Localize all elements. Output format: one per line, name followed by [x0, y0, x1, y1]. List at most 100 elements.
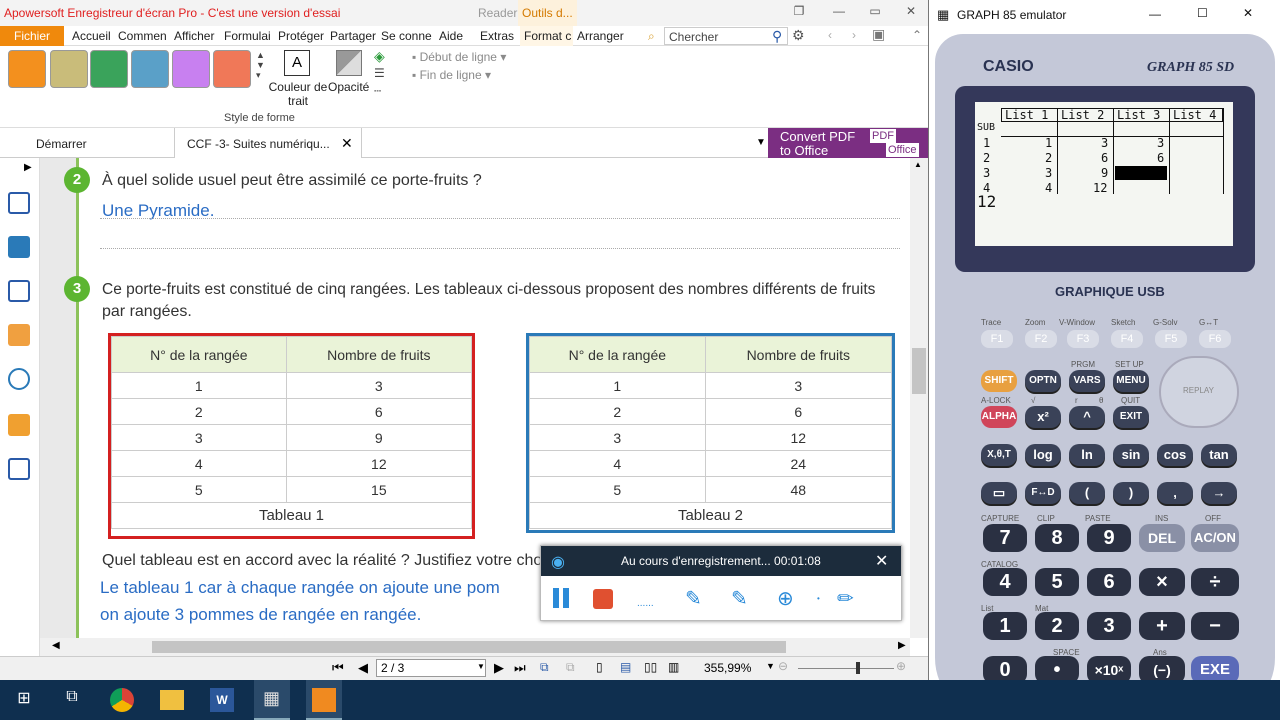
tab-arranger[interactable]: Arranger — [577, 26, 624, 46]
tab-aide[interactable]: Aide — [439, 26, 463, 46]
debut-ligne-dropdown[interactable]: ▪ Début de ligne ▾ — [412, 50, 506, 64]
zoom-slider-thumb[interactable] — [856, 662, 860, 674]
shift-key[interactable]: SHIFT — [981, 370, 1017, 392]
square-key[interactable]: x² — [1025, 406, 1061, 428]
scroll-up-icon[interactable]: ▲ — [914, 160, 922, 169]
tab-se-connecter[interactable]: Se conne — [381, 26, 432, 46]
del-key[interactable]: DEL — [1139, 524, 1185, 552]
shape-style-swatch-4[interactable] — [131, 50, 169, 88]
swatch-scroll-icon[interactable]: ▲ ▼ ▾ — [256, 50, 265, 81]
tab-formulaire[interactable]: Formulai — [224, 26, 271, 46]
vertical-scrollbar[interactable]: ▲ — [910, 158, 928, 638]
couleur-trait-button[interactable]: Couleur de trait — [264, 80, 332, 108]
replay-pad[interactable]: REPLAY — [1159, 356, 1239, 428]
forward-arrow-icon[interactable]: › — [852, 28, 856, 42]
key-1[interactable]: 1 — [983, 612, 1027, 640]
minimize-button[interactable]: — — [830, 4, 848, 22]
tab-active-document[interactable]: CCF -3- Suites numériqu... ✕ — [174, 128, 362, 158]
tab-accueil[interactable]: Accueil — [72, 26, 111, 46]
key-2[interactable]: 2 — [1035, 612, 1079, 640]
f4-key[interactable]: F4 — [1111, 330, 1143, 348]
zoom-slider[interactable] — [798, 668, 894, 669]
continuous-facing-icon[interactable]: ▥ — [668, 660, 679, 674]
bookmarks-icon[interactable] — [8, 280, 30, 302]
menu-key[interactable]: MENU — [1113, 370, 1149, 392]
zoom-in-icon[interactable]: ⊕ — [896, 659, 906, 673]
pause-icon-bar[interactable] — [563, 588, 569, 608]
key-3[interactable]: 3 — [1087, 612, 1131, 640]
shape-style-swatch-2[interactable] — [50, 50, 88, 88]
key-5[interactable]: 5 — [1035, 568, 1079, 596]
open-paren-key[interactable]: ( — [1069, 482, 1105, 504]
page-layout-icon[interactable]: ⧉ — [540, 660, 549, 675]
minus-key[interactable]: − — [1191, 612, 1239, 640]
tab-extras[interactable]: Extras — [480, 26, 514, 46]
plus-key[interactable]: + — [1139, 612, 1185, 640]
f3-key[interactable]: F3 — [1067, 330, 1099, 348]
tab-partager[interactable]: Partager — [330, 26, 376, 46]
zoom-out-icon[interactable]: ⊖ — [778, 659, 788, 673]
optn-key[interactable]: OPTN — [1025, 370, 1061, 392]
tab-list-dropdown-icon[interactable]: ▼ — [756, 137, 766, 148]
vars-key[interactable]: VARS — [1069, 370, 1105, 392]
tan-key[interactable]: tan — [1201, 444, 1237, 466]
line-width-icon[interactable]: ☰ — [374, 66, 385, 80]
hscroll-thumb[interactable] — [152, 641, 786, 653]
horizontal-scrollbar[interactable]: ◀ ▶ — [40, 638, 910, 656]
pdf-app-taskbar-button[interactable] — [306, 680, 342, 720]
fin-ligne-dropdown[interactable]: ▪ Fin de ligne ▾ — [412, 68, 491, 82]
scroll-right-icon[interactable]: ▶ — [898, 640, 906, 651]
opacite-button[interactable]: Opacité — [328, 80, 369, 94]
comma-key[interactable]: , — [1157, 482, 1193, 504]
pause-icon[interactable] — [553, 588, 559, 608]
emulator-maximize-button[interactable]: ☐ — [1197, 6, 1208, 20]
divide-key[interactable]: ÷ — [1191, 568, 1239, 596]
close-paren-key[interactable]: ) — [1113, 482, 1149, 504]
page-thumbnail-icon[interactable] — [8, 192, 30, 214]
edit-pencil-icon[interactable]: ✏ — [837, 586, 854, 611]
shape-style-swatch-3[interactable] — [90, 50, 128, 88]
last-page-icon[interactable]: ⏭ — [514, 660, 526, 676]
comments-icon[interactable] — [8, 324, 30, 346]
f6-key[interactable]: F6 — [1199, 330, 1231, 348]
page-number-input[interactable]: 2 / 3 ▼ — [376, 659, 486, 677]
multiply-key[interactable]: × — [1139, 568, 1185, 596]
key-7[interactable]: 7 — [983, 524, 1027, 552]
task-view-icon[interactable]: ⧉ — [56, 688, 88, 720]
lock-icon[interactable] — [8, 414, 30, 436]
back-arrow-icon[interactable]: ‹ — [828, 28, 832, 42]
outils-context-tab[interactable]: Outils d... — [518, 0, 577, 26]
zoom-level[interactable]: 355,99% — [704, 661, 751, 675]
tab-format[interactable]: Format c — [520, 26, 574, 46]
calculator-taskbar-button[interactable]: ▦ — [254, 680, 290, 720]
stop-icon[interactable] — [593, 589, 613, 609]
ln-key[interactable]: ln — [1069, 444, 1105, 466]
tab-afficher[interactable]: Afficher — [174, 26, 214, 46]
key-4[interactable]: 4 — [983, 568, 1027, 596]
facing-page-icon[interactable]: ▯▯ — [644, 660, 657, 674]
f2-key[interactable]: F2 — [1025, 330, 1057, 348]
exit-key[interactable]: EXIT — [1113, 406, 1149, 428]
key-8[interactable]: 8 — [1035, 524, 1079, 552]
f-d-key[interactable]: F↔D — [1025, 482, 1061, 504]
close-tab-icon[interactable]: ✕ — [341, 135, 353, 152]
key-6[interactable]: 6 — [1087, 568, 1131, 596]
sin-key[interactable]: sin — [1113, 444, 1149, 466]
expand-sidebar-icon[interactable]: ▶ — [24, 162, 32, 173]
recorder-close-icon[interactable]: ✕ — [875, 551, 888, 571]
ac-on-key[interactable]: AC/ON — [1191, 524, 1239, 552]
opacity-icon[interactable] — [336, 50, 362, 76]
continuous-page-icon[interactable]: ▤ — [620, 660, 631, 674]
cos-key[interactable]: cos — [1157, 444, 1193, 466]
next-page-icon[interactable]: ▶ — [494, 660, 504, 676]
convert-pdf-banner[interactable]: Convert PDF to Office PDF Office — [768, 128, 928, 158]
maximize-button[interactable]: ▭ — [866, 4, 884, 22]
file-explorer-icon[interactable] — [160, 690, 184, 710]
close-button[interactable]: ✕ — [902, 4, 920, 22]
single-page-icon[interactable]: ▯ — [596, 660, 603, 674]
attachment-icon[interactable] — [8, 368, 30, 390]
signature-icon[interactable] — [8, 458, 30, 480]
page-layout-2-icon[interactable]: ⧉ — [566, 660, 575, 675]
emulator-close-button[interactable]: ✕ — [1243, 6, 1253, 20]
search-input[interactable]: Chercher — [664, 27, 788, 45]
